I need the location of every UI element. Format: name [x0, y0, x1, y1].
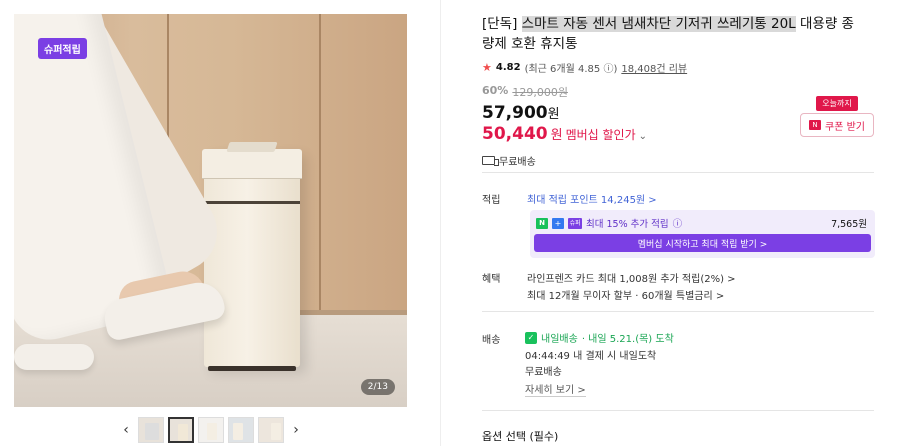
rating-row: ★ 4.82 (최근 6개월 4.85 ⓘ) 18,408건 리뷰 — [482, 60, 882, 75]
title-highlight: 스마트 자동 센서 냄새차단 기저귀 쓰레기통 20L — [521, 16, 796, 32]
review-count-link[interactable]: 18,408건 리뷰 — [621, 60, 687, 75]
truck-icon — [482, 156, 499, 166]
plus-logo-icon: + — [552, 217, 564, 229]
discount-rate: 60% — [482, 84, 509, 97]
coupon-deadline-tag: 오늘까지 — [816, 96, 858, 111]
installment-benefit-link[interactable]: 최대 12개월 무이자 할부 · 60개월 특별금리 > — [527, 287, 724, 302]
image-counter: 2/13 — [360, 379, 395, 395]
thumbnail[interactable] — [138, 417, 164, 443]
member-price-label: 멤버십 할인가 — [565, 128, 636, 142]
section-divider — [482, 311, 874, 312]
wall-panel — [323, 14, 407, 317]
card-benefit-link[interactable]: 라인프렌즈 카드 최대 1,008원 추가 적립(2%) > — [527, 270, 736, 285]
product-info: [단독] 스마트 자동 센서 냄새차단 기저귀 쓰레기통 20L 대용량 종량제… — [482, 14, 882, 168]
points-label: 적립 — [482, 195, 501, 206]
delivery-fee-row: 무료배송 — [525, 363, 562, 378]
tomorrow-delivery-badge: 내일배송 — [541, 334, 578, 345]
thumbnail[interactable] — [198, 417, 224, 443]
arrival-date: · 내일 5.21.(목) 도착 — [581, 334, 674, 345]
trash-bin-illustration — [202, 149, 302, 371]
product-title: [단독] 스마트 자동 센서 냄새차단 기저귀 쓰레기통 20L 대용량 종량제… — [482, 14, 862, 54]
slipper-illustration — [14, 344, 94, 370]
section-divider — [482, 410, 874, 411]
column-divider — [440, 0, 441, 446]
product-main-image[interactable]: 슈퍼적립 2/13 — [14, 14, 407, 407]
super-points-badge: 슈퍼적립 — [38, 38, 87, 59]
order-countdown: 04:44:49 내 결제 시 내일도착 — [525, 351, 657, 362]
star-icon: ★ — [482, 61, 492, 74]
countdown-row: 04:44:49 내 결제 시 내일도착 — [525, 347, 656, 362]
coupon-widget: 오늘까지 N 쿠폰 받기 — [800, 96, 874, 137]
title-prefix: [단독] — [482, 16, 518, 32]
max-points-link[interactable]: 최대 적립 포인트 14,245원 > — [527, 191, 657, 206]
membership-cta-button[interactable]: 멤버십 시작하고 최대 적립 받기 > — [534, 234, 871, 252]
thumbnail[interactable] — [258, 417, 284, 443]
shipping-row: 무료배송 — [482, 153, 882, 168]
option-select-title: 옵션 선택 (필수) — [482, 430, 559, 443]
info-icon[interactable]: ⓘ — [673, 216, 683, 230]
original-price: 129,000원 — [512, 86, 568, 99]
delivery-label: 배송 — [482, 335, 501, 346]
chevron-right-icon[interactable]: › — [288, 422, 304, 438]
super-logo-icon: 슈퍼 — [568, 217, 582, 229]
coupon-button[interactable]: N 쿠폰 받기 — [800, 113, 874, 137]
chevron-down-icon[interactable]: ⌄ — [639, 131, 647, 142]
rating-score: 4.82 — [495, 62, 521, 73]
tomorrow-delivery-row: ✓ 내일배송 · 내일 5.21.(목) 도착 — [525, 330, 674, 345]
coupon-icon: N — [809, 120, 821, 130]
info-icon[interactable]: ⓘ — [603, 64, 613, 75]
membership-points-box: N + 슈퍼 최대 15% 추가 적립 ⓘ 7,565원 멤버십 시작하고 최대… — [530, 210, 875, 258]
chevron-left-icon[interactable]: ‹ — [118, 422, 134, 438]
shipping-text: 무료배송 — [499, 157, 536, 168]
member-extra-amount: 7,565원 — [831, 219, 867, 230]
member-price: 50,440 — [482, 124, 548, 144]
member-extra-points: 최대 15% 추가 적립 — [586, 219, 669, 230]
check-icon: ✓ — [525, 331, 537, 344]
section-divider — [482, 172, 874, 173]
rating-recent: (최근 6개월 4.85 ⓘ) — [524, 64, 618, 75]
thumbnail[interactable] — [228, 417, 254, 443]
thumbnail-active[interactable] — [168, 417, 194, 443]
benefits-label: 혜택 — [482, 274, 501, 285]
delivery-details-link[interactable]: 자세히 보기 > — [525, 381, 586, 397]
delivery-fee: 무료배송 — [525, 367, 562, 378]
naver-logo-icon: N — [536, 217, 548, 229]
coupon-label: 쿠폰 받기 — [825, 121, 865, 133]
thumbnail-strip: ‹ › — [118, 416, 304, 444]
